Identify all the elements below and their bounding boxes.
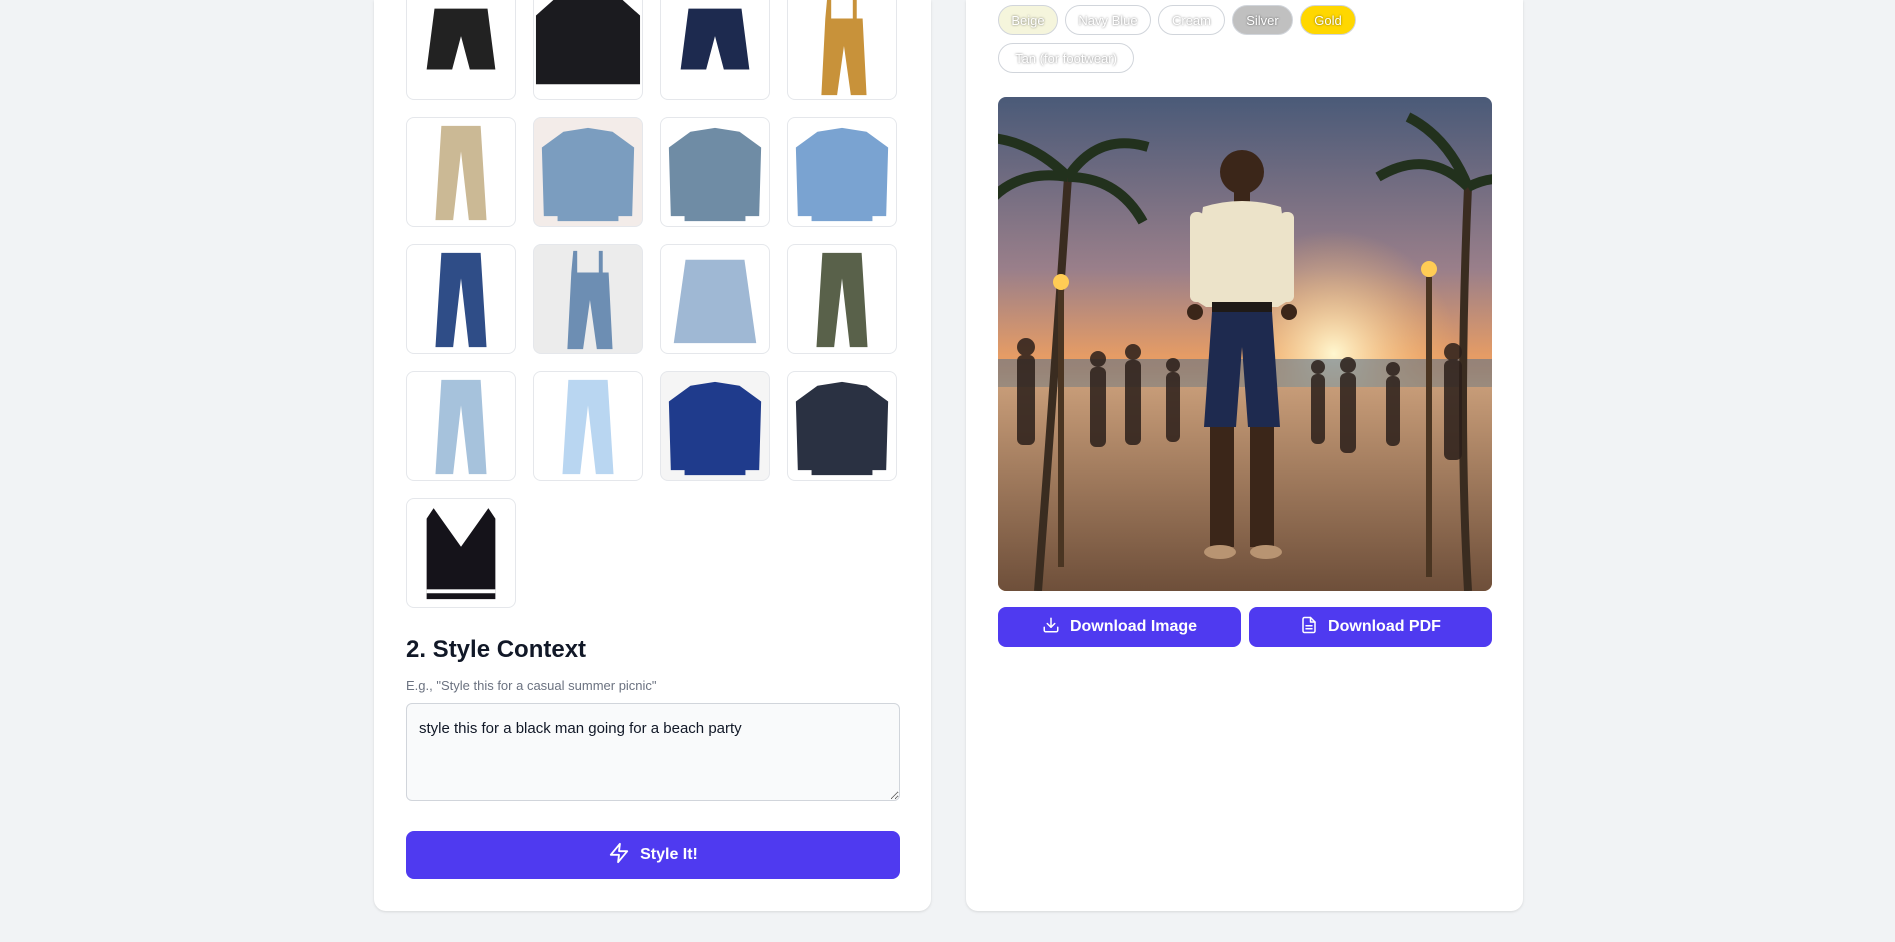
color-chip[interactable]: Tan (for footwear): [998, 43, 1134, 73]
color-chip[interactable]: Cream: [1158, 5, 1225, 35]
wardrobe-item[interactable]: [787, 244, 897, 354]
download-image-button[interactable]: Download Image: [998, 607, 1241, 647]
download-image-label: Download Image: [1069, 618, 1198, 635]
color-chip[interactable]: Silver: [1232, 5, 1293, 35]
wardrobe-item[interactable]: [406, 0, 516, 100]
lightning-icon: [608, 842, 630, 869]
wardrobe-item[interactable]: [406, 371, 516, 481]
wardrobe-item[interactable]: [406, 498, 516, 608]
beach-party-outfit-image: [998, 97, 1492, 591]
download-icon: [1042, 616, 1060, 639]
style-context-hint: E.g., "Style this for a casual summer pi…: [406, 678, 657, 693]
wardrobe-item[interactable]: [660, 0, 770, 100]
download-pdf-button[interactable]: Download PDF: [1249, 607, 1492, 647]
wardrobe-item[interactable]: [406, 244, 516, 354]
style-context-title: 2. Style Context: [406, 636, 587, 663]
color-chip[interactable]: Gold: [1300, 5, 1356, 35]
style-it-label: Style It!: [640, 846, 698, 863]
wardrobe-item[interactable]: [533, 371, 643, 481]
wardrobe-item[interactable]: [533, 0, 643, 100]
wardrobe-item[interactable]: [787, 117, 897, 227]
wardrobe-item[interactable]: [406, 117, 516, 227]
wardrobe-item[interactable]: [533, 244, 643, 354]
download-pdf-label: Download PDF: [1328, 618, 1441, 635]
style-context-input[interactable]: [406, 703, 900, 801]
result-card: Beige Navy Blue Cream Silver Gold Tan (for fo…: [966, 0, 1523, 911]
wardrobe-item[interactable]: [787, 0, 897, 100]
wardrobe-item[interactable]: [787, 371, 897, 481]
wardrobe-card: 2. Style Context E.g., "Style this for a…: [374, 0, 931, 911]
document-icon: [1300, 616, 1318, 639]
wardrobe-item[interactable]: [533, 117, 643, 227]
wardrobe-item[interactable]: [660, 117, 770, 227]
style-it-button[interactable]: Style It!: [406, 831, 900, 879]
wardrobe-item[interactable]: [660, 371, 770, 481]
wardrobe-item[interactable]: [660, 244, 770, 354]
color-chip[interactable]: Navy Blue: [1065, 5, 1151, 35]
color-chip[interactable]: Beige: [998, 5, 1058, 35]
